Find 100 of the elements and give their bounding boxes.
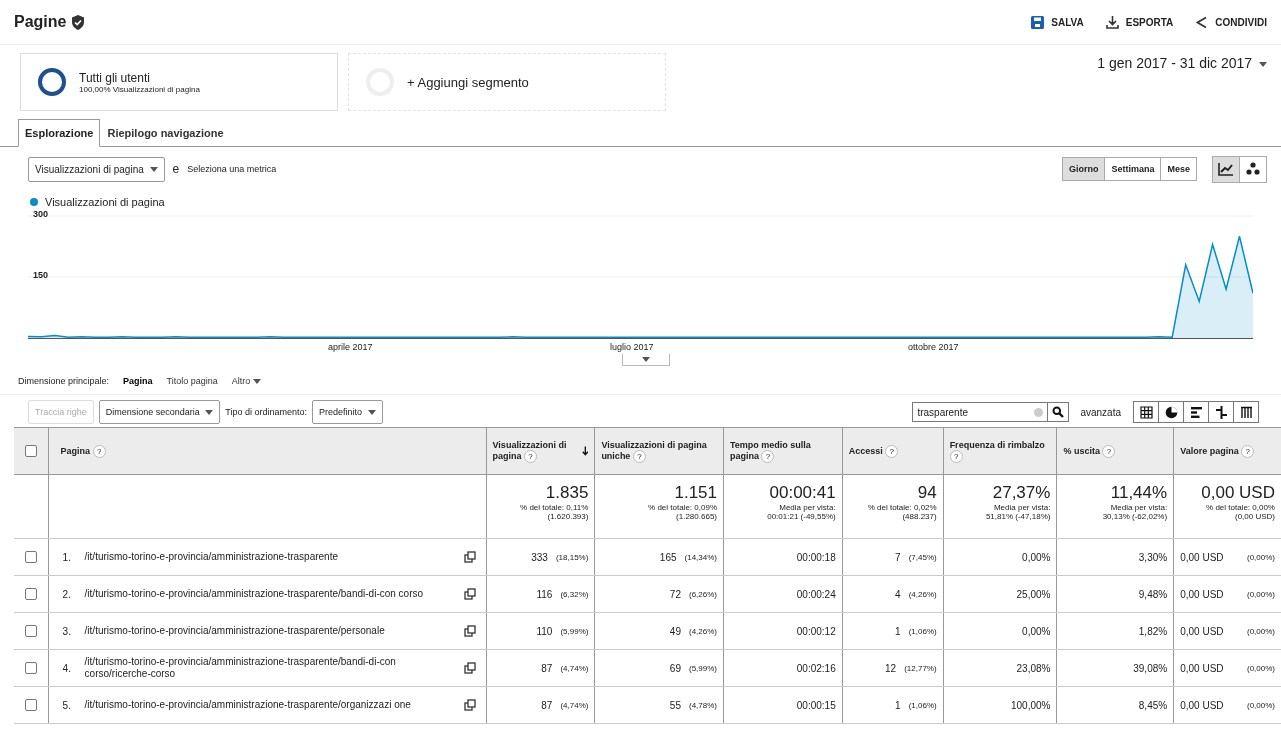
metric-dropdown[interactable]: Visualizzazioni di pagina <box>28 156 165 182</box>
pie-icon <box>1164 405 1178 419</box>
table-cell-text: 0,00 USD (0,00%) <box>1179 624 1276 639</box>
column-header[interactable]: Tempo medio sulla pagina ? <box>723 428 843 474</box>
caret-icon <box>149 167 158 173</box>
table-cell: 0,00% <box>943 539 1058 575</box>
column-header[interactable]: Visualizzazioni di pagina uniche ? <box>595 428 724 474</box>
table-cell: 87 (4,74%) <box>486 650 596 686</box>
search-icon <box>1052 406 1065 418</box>
page-title: Pagine <box>14 13 67 31</box>
line-chart-button[interactable] <box>1212 155 1240 183</box>
table-cell: 00:00:15 <box>724 687 843 723</box>
column-header[interactable]: Pagina ? <box>48 428 487 474</box>
advanced-link[interactable]: avanzata <box>1080 406 1121 418</box>
page-path-link[interactable]: /it/turismo-torino-e-provincia/amministrazione-trasparente/personale <box>84 625 454 637</box>
table-cell: 00:00:12 <box>724 613 843 649</box>
period-button[interactable]: Settimana <box>1104 157 1162 181</box>
period-button[interactable]: Giorno <box>1061 157 1106 181</box>
row-checkbox[interactable] <box>24 625 37 637</box>
total-value: 27,37% <box>992 483 1051 503</box>
column-header[interactable]: % uscita ? <box>1057 428 1175 474</box>
page-path-link[interactable]: /it/turismo-torino-e-provincia/amministrazione-trasparente/bandi-di-con corso <box>84 588 454 600</box>
date-range-picker[interactable]: 1 gen 2017 - 31 dic 2017 <box>1097 55 1267 71</box>
external-link-icon[interactable] <box>463 588 476 600</box>
row-number: 2. <box>62 588 72 600</box>
bar-view-button[interactable] <box>1183 401 1209 423</box>
table-cell-text: 0,00 USD (0,00%) <box>1179 550 1276 565</box>
column-header[interactable]: Valore pagina ? <box>1174 428 1281 474</box>
total-detail: Media per vista: <box>1110 503 1168 512</box>
comparison-view-button[interactable] <box>1208 401 1234 423</box>
add-segment-card[interactable]: + Aggiungi segmento <box>348 53 666 111</box>
table-cell-text: 0,00 USD (0,00%) <box>1179 587 1276 602</box>
comparison-icon <box>1214 405 1228 419</box>
table-cell: 100,00% <box>943 687 1058 723</box>
row-checkbox[interactable] <box>24 588 37 600</box>
total-detail: (0,00 USD) <box>1234 512 1275 521</box>
table-cell: 25,00% <box>943 576 1058 612</box>
row-checkbox[interactable] <box>24 662 37 674</box>
external-link-icon[interactable] <box>463 662 476 674</box>
total-value: 00:00:41 <box>769 483 836 503</box>
page-path-link[interactable]: /it/turismo-torino-e-provincia/amministrazione-trasparente/bandi-di-con corso/ricerche-corso <box>84 656 454 680</box>
dimension-option[interactable]: Altro <box>231 376 262 394</box>
external-link-icon[interactable] <box>463 625 476 637</box>
secondary-metric-link[interactable]: Seleziona una metrica <box>187 164 277 174</box>
pie-view-button[interactable] <box>1158 401 1184 423</box>
total-value: 1.151 <box>674 483 717 503</box>
table-cell: 00:02:16 <box>724 650 843 686</box>
header-action-button[interactable]: ESPORTA <box>1103 13 1176 31</box>
table-view-button[interactable] <box>1133 401 1159 423</box>
x-axis-label: aprile 2017 <box>328 342 373 352</box>
segment-card[interactable]: Tutti gli utenti 100,00% Visualizzazioni di pagina <box>20 53 338 111</box>
collapse-handle[interactable] <box>622 354 670 366</box>
period-button[interactable]: Mese <box>1160 157 1197 181</box>
table-cell-text: 0,00 USD (0,00%) <box>1179 661 1276 676</box>
table-cell: 69 (5,99%) <box>595 650 724 686</box>
ring-icon <box>37 67 67 97</box>
table-cell: 1 (1,06%) <box>842 613 944 649</box>
table-cell: 1 (1,06%) <box>842 687 944 723</box>
dimension-option[interactable]: Pagina <box>123 376 153 394</box>
caret-icon <box>367 410 376 416</box>
external-link-icon[interactable] <box>463 551 476 563</box>
select-all-checkbox[interactable] <box>24 445 37 457</box>
sort-type-dropdown[interactable]: Predefinito <box>311 400 383 424</box>
row-number: 3. <box>62 625 72 637</box>
row-checkbox[interactable] <box>24 551 37 563</box>
dimension-option[interactable]: Titolo pagina <box>166 376 218 394</box>
header-action-button[interactable]: CONDIVIDI <box>1193 13 1269 31</box>
total-detail: (1.620.393) <box>547 512 589 521</box>
bars-icon <box>1189 405 1203 419</box>
total-value: 94 <box>917 483 937 503</box>
caret-icon <box>642 357 650 362</box>
page-path-link[interactable]: /it/turismo-torino-e-provincia/amministrazione-trasparente/organizzazi one <box>84 699 454 711</box>
report-tab[interactable]: Esplorazione <box>18 119 101 147</box>
table-cell: 39,08% <box>1057 650 1175 686</box>
table-cell: 8,45% <box>1057 687 1175 723</box>
table-cell: 3,30% <box>1057 539 1175 575</box>
total-detail: 00:01:21 (-49,55%) <box>767 512 836 521</box>
scatter-chart-button[interactable] <box>1239 155 1267 183</box>
table-cell: 00:00:24 <box>724 576 843 612</box>
segment-detail: 100,00% Visualizzazioni di pagina <box>79 84 200 94</box>
table-cell: 72 (6,26%) <box>595 576 724 612</box>
table-cell: 4 (4,26%) <box>842 576 944 612</box>
secondary-dimension-dropdown[interactable]: Dimensione secondaria <box>98 400 221 424</box>
total-value: 1.835 <box>545 483 589 503</box>
search-button[interactable] <box>1047 402 1070 422</box>
column-header[interactable]: Visualizzazioni di pagina ? <box>486 428 596 474</box>
total-detail: 30,13% (-62,02%) <box>1102 512 1168 521</box>
table-cell: 110 (5,99%) <box>486 613 596 649</box>
row-checkbox[interactable] <box>24 699 37 711</box>
table-cell: 165 (14,34%) <box>595 539 724 575</box>
report-tab[interactable]: Riepilogo navigazione <box>100 119 231 147</box>
page-path-link[interactable]: /it/turismo-torino-e-provincia/amministrazione-trasparente <box>84 551 454 563</box>
pivot-view-button[interactable] <box>1233 401 1259 423</box>
external-link-icon[interactable] <box>463 699 476 711</box>
column-header[interactable]: Accessi ? <box>842 428 944 474</box>
x-axis-label: ottobre 2017 <box>908 342 959 352</box>
table-cell: 0,00% <box>943 613 1058 649</box>
header-action-button[interactable]: SALVA <box>1029 13 1086 31</box>
column-header[interactable]: Frequenza di rimbalzo ? <box>943 428 1058 474</box>
y-axis-label: 300 <box>33 209 49 219</box>
